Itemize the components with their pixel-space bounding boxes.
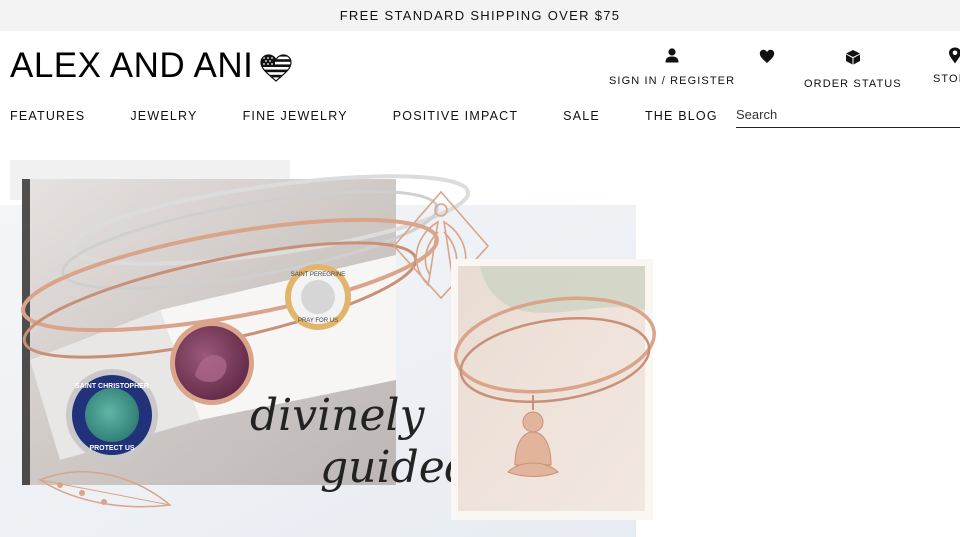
nav-item-jewelry[interactable]: JEWELRY [130, 109, 197, 123]
flag-heart-icon [260, 53, 292, 82]
medal-2-text: SAINT PEREGRINE [291, 272, 346, 278]
nav-item-the-blog[interactable]: THE BLOG [645, 109, 718, 123]
script-text-2: guided [320, 442, 473, 493]
order-status-label: ORDER STATUS [804, 78, 902, 90]
search-input[interactable] [736, 101, 960, 128]
hero-image: SAINT PEREGRINE PRAY FOR US SAINT CHRIST… [0, 160, 656, 537]
stores-link[interactable]: STORES [933, 45, 960, 85]
logo-text: ALEX AND ANI [10, 46, 254, 85]
main-nav: FEATURES JEWELRY FINE JEWELRY POSITIVE I… [10, 109, 763, 123]
site-logo[interactable]: ALEX AND ANI [10, 46, 292, 86]
nav-item-fine-jewelry[interactable]: FINE JEWELRY [243, 109, 348, 123]
nav-item-positive-impact[interactable]: POSITIVE IMPACT [393, 109, 518, 123]
location-pin-icon [949, 47, 960, 64]
medal-1-text: SAINT CHRISTOPHER [75, 383, 149, 390]
sign-in-register-label: SIGN IN / REGISTER [609, 75, 736, 87]
script-text-1: divinely [250, 390, 426, 441]
heart-icon [759, 49, 775, 63]
medal-2-sub: PRAY FOR US [298, 318, 338, 324]
box-icon [845, 50, 860, 65]
sign-in-register-link[interactable]: SIGN IN / REGISTER [609, 45, 735, 87]
order-status-link[interactable]: ORDER STATUS [804, 45, 902, 90]
stores-label: STORES [933, 73, 960, 85]
medal-1-sub: PROTECT US [89, 445, 134, 452]
promo-banner: FREE STANDARD SHIPPING OVER $75 [0, 0, 960, 31]
hero-banner[interactable]: SAINT PEREGRINE PRAY FOR US SAINT CHRIST… [0, 160, 660, 537]
nav-item-features[interactable]: FEATURES [10, 109, 85, 123]
wishlist-link[interactable] [759, 45, 775, 64]
promo-text: FREE STANDARD SHIPPING OVER $75 [339, 8, 621, 23]
nav-item-sale[interactable]: SALE [563, 109, 600, 123]
user-icon [665, 48, 679, 63]
